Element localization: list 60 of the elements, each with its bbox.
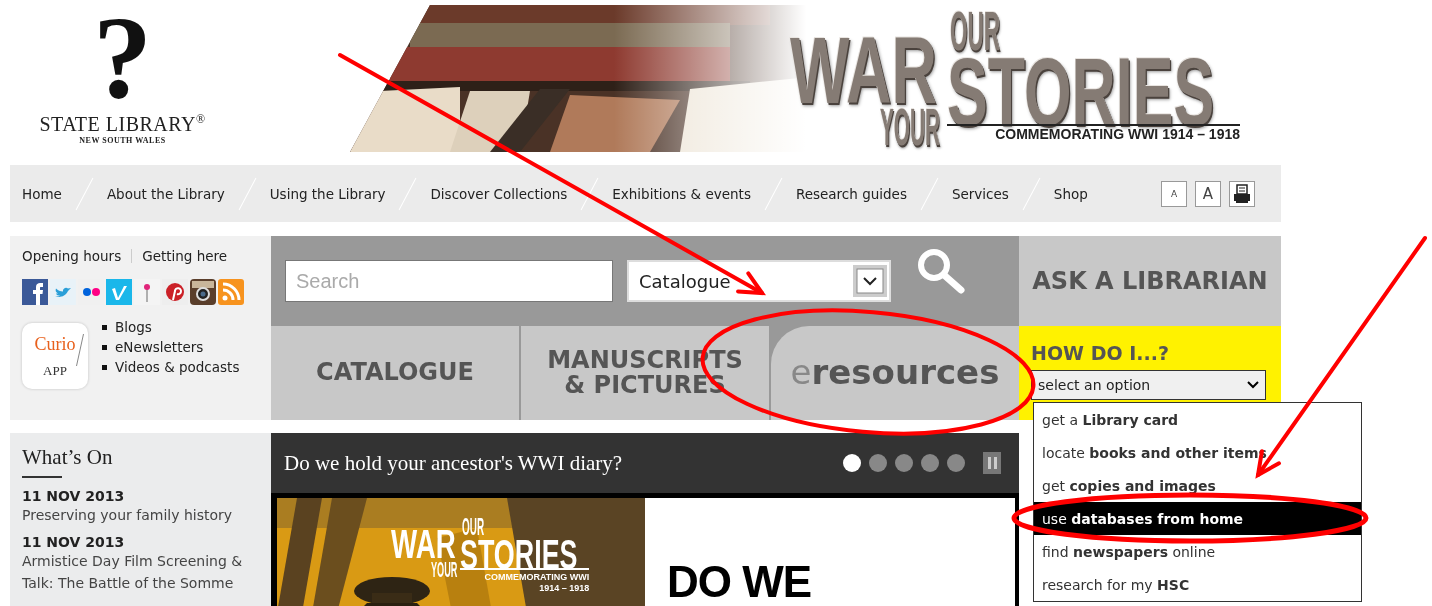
list-link[interactable]: Blogs [115,319,152,335]
slide-dot[interactable] [843,454,861,472]
slide-dot[interactable] [895,454,913,472]
text-size-button[interactable]: A [1195,180,1221,207]
slide-dot[interactable] [947,454,965,472]
category-tab[interactable]: eresources [771,326,1019,420]
nav-link[interactable]: Shop [1053,181,1088,206]
wordmark-tagline: COMMEMORATING WWI 1914 – 1918 [994,127,1240,143]
logo-name: STATE LIBRARY$^{®}$ [39,112,206,136]
app-label: APP [43,362,67,379]
dropdown-option[interactable]: get copies and images [1034,469,1361,502]
app-name: Curio [34,333,76,355]
chevron-icon [1247,381,1259,389]
instagram-icon[interactable] [190,279,216,305]
event-date: 11 NOV 2013 [22,534,126,550]
bullet [102,344,107,350]
search-icon[interactable] [915,246,965,296]
list-link[interactable]: eNewsletters [115,339,204,355]
bullet [102,324,107,330]
nav-link[interactable]: Using the Library [269,181,386,206]
nav-link[interactable]: Research guides [795,181,907,206]
slide-dot[interactable] [921,454,939,472]
printer-icon [1233,183,1251,204]
slash-mark [76,333,84,367]
bullet [102,364,107,370]
nav-link[interactable]: Services [951,181,1009,206]
list-link[interactable]: Videos & podcasts [115,359,240,375]
quick-link[interactable]: Opening hours [22,248,122,264]
chevron-icon [853,265,887,297]
nav-link[interactable]: Discover Collections [430,181,568,206]
text-size-button[interactable]: A [1161,180,1187,207]
logo-subtitle: NEW SOUTH WALES [79,135,166,145]
slide-headline: DO WE [667,560,813,604]
option-select[interactable]: select an option [1031,370,1266,400]
help-title: HOW DO I...? [1031,342,1170,364]
slide-dot[interactable] [869,454,887,472]
print-button[interactable] [1229,180,1255,207]
event-link[interactable]: Armistice Day Film Screening & Talk: The Battle of the Somme [22,550,259,594]
category-tab[interactable]: CATALOGUE [271,326,519,420]
event-date: 11 NOV 2013 [22,488,126,504]
dropdown-option[interactable]: get a Library card [1034,403,1361,436]
nav-link[interactable]: About the Library [106,181,225,206]
dropdown-option[interactable]: research for my HSC [1034,568,1361,601]
scope-select[interactable]: Catalogue [627,260,891,302]
nav-link[interactable]: Home [22,181,62,206]
search-field[interactable]: Search [285,260,613,302]
wordmark-word: OUR [950,4,1001,59]
dropdown-option[interactable]: find newspapers online [1034,535,1361,568]
nav-link[interactable]: Exhibitions & events [612,181,751,206]
logo-mark: ? [93,6,152,110]
dropdown-option[interactable]: use databases from home [1034,502,1361,535]
slide-title: Do we hold your ancestor's WWI diary? [284,450,623,476]
vimeo-icon[interactable] [106,279,132,305]
pause-button[interactable] [983,452,1001,474]
event-link[interactable]: Preserving your family history [22,504,259,526]
quick-link[interactable]: Getting here [142,248,228,264]
ask-librarian-link[interactable]: ASK A LIBRARIAN [1019,236,1281,326]
app-tile[interactable]: Curio APP [22,323,88,389]
facebook-icon[interactable] [22,279,48,305]
section-title: What’s On [22,445,114,470]
